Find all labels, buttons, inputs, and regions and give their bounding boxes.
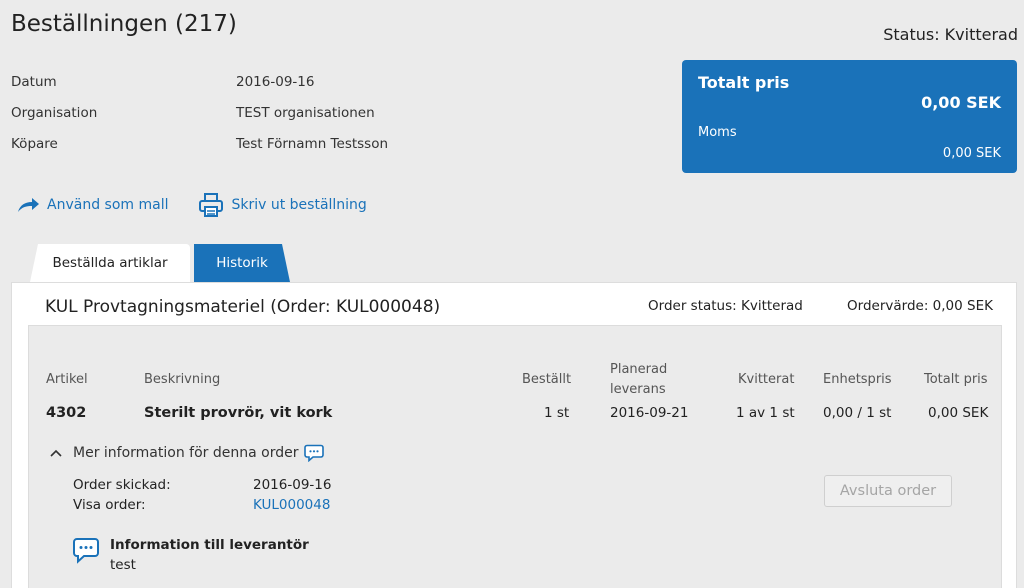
meta-value: TEST organisationen xyxy=(236,104,375,121)
order-value: Ordervärde: 0,00 SEK xyxy=(847,298,993,314)
column-header-unit-price: Enhetspris xyxy=(823,372,892,387)
supplier-info-title: Information till leverantör xyxy=(110,537,309,553)
order-status: Order status: Kvitterad xyxy=(648,298,803,314)
meta-row-date: Datum 2016-09-16 xyxy=(11,66,388,97)
chat-bubble-icon xyxy=(304,444,325,462)
meta-row-buyer: Köpare Test Förnamn Testsson xyxy=(11,128,388,159)
order-panel: KUL Provtagningsmateriel (Order: KUL0000… xyxy=(11,282,1017,588)
order-actions: Använd som mall Skriv ut beställning xyxy=(16,192,367,218)
chevron-up-icon xyxy=(46,449,66,457)
chat-bubble-icon xyxy=(72,537,100,573)
row-receipted: 1 av 1 st xyxy=(736,405,795,421)
tab-ordered-articles[interactable]: Beställda artiklar xyxy=(30,244,190,282)
meta-value: Test Förnamn Testsson xyxy=(236,135,389,152)
supplier-info-body: test xyxy=(110,557,136,573)
column-header-total-price: Totalt pris xyxy=(924,372,988,387)
meta-label: Datum xyxy=(11,73,57,90)
row-description: Sterilt provrör, vit kork xyxy=(144,405,333,421)
column-header-receipted: Kvitterat xyxy=(738,372,795,387)
print-order-label: Skriv ut beställning xyxy=(231,197,367,213)
use-as-template-button[interactable]: Använd som mall xyxy=(16,192,168,218)
print-order-button[interactable]: Skriv ut beställning xyxy=(198,192,367,218)
column-header-planned: Planerad leverans xyxy=(610,360,667,400)
tab-history[interactable]: Historik xyxy=(194,244,290,282)
more-info-toggle[interactable]: Mer information för denna order xyxy=(46,444,325,462)
row-unit-price: 0,00 / 1 st xyxy=(823,405,892,421)
row-article: 4302 xyxy=(46,405,87,421)
supplier-info-text: Information till leverantör test xyxy=(110,537,309,573)
order-page: Beställningen (217) Status: Kvitterad Da… xyxy=(0,0,1024,588)
meta-row-organisation: Organisation TEST organisationen xyxy=(11,97,388,128)
price-total: 0,00 SEK xyxy=(921,93,1001,112)
supplier-info: Information till leverantör test xyxy=(72,537,309,573)
row-planned-delivery: 2016-09-21 xyxy=(610,405,689,421)
order-status-header: Status: Kvitterad xyxy=(883,25,1018,44)
total-price-box: Totalt pris 0,00 SEK Moms 0,00 SEK xyxy=(682,60,1017,173)
order-title: KUL Provtagningsmateriel (Order: KUL0000… xyxy=(45,297,441,317)
page-title: Beställningen (217) xyxy=(11,11,237,37)
more-info-label: Mer information för denna order xyxy=(73,445,299,461)
order-sent-label: Order skickad: xyxy=(73,477,171,493)
meta-label: Organisation xyxy=(11,104,98,121)
vat-label: Moms xyxy=(698,125,737,140)
use-as-template-label: Använd som mall xyxy=(47,197,169,213)
column-header-article: Artikel xyxy=(46,372,88,387)
printer-icon xyxy=(198,192,224,218)
column-header-planned-line2: leverans xyxy=(610,382,666,397)
view-order-label: Visa order: xyxy=(73,497,146,513)
order-sent-value: 2016-09-16 xyxy=(253,477,332,493)
price-title: Totalt pris xyxy=(698,73,790,92)
close-order-button[interactable]: Avsluta order xyxy=(824,475,952,507)
column-header-planned-line1: Planerad xyxy=(610,362,668,377)
column-header-description: Beskrivning xyxy=(144,372,221,387)
row-total-price: 0,00 SEK xyxy=(928,405,989,421)
share-arrow-icon xyxy=(16,196,40,214)
meta-label: Köpare xyxy=(11,135,58,152)
column-header-ordered: Beställt xyxy=(522,372,572,387)
row-ordered: 1 st xyxy=(544,405,570,421)
order-details: Artikel Beskrivning Beställt Planerad le… xyxy=(28,325,1002,588)
view-order-link[interactable]: KUL000048 xyxy=(253,497,330,513)
meta-value: 2016-09-16 xyxy=(236,73,315,90)
vat-value: 0,00 SEK xyxy=(942,146,1001,161)
order-meta: Datum 2016-09-16 Organisation TEST organ… xyxy=(11,66,388,159)
